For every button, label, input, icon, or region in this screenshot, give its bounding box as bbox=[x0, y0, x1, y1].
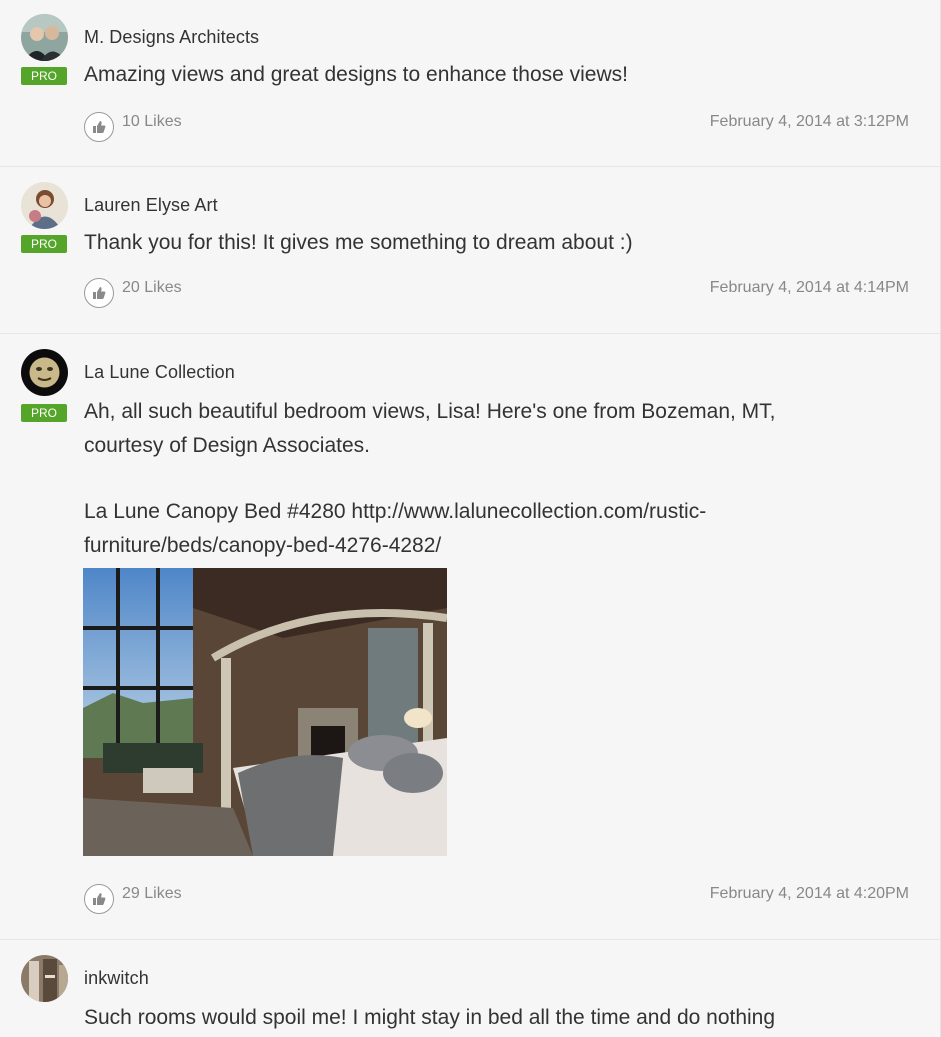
thumbs-up-icon[interactable] bbox=[84, 112, 114, 142]
comment-item: M. Designs Architects PRO Amazing views … bbox=[0, 0, 940, 167]
author-name[interactable]: M. Designs Architects bbox=[84, 27, 259, 48]
comment-item: La Lune Collection PRO Ah, all such beau… bbox=[0, 333, 940, 940]
comment-item: Lauren Elyse Art PRO Thank you for this!… bbox=[0, 166, 940, 334]
product-link-line[interactable]: La Lune Canopy Bed #4280 http://www.lalu… bbox=[84, 495, 904, 529]
pro-badge: PRO bbox=[21, 404, 67, 422]
like-control[interactable]: 20 Likes bbox=[84, 278, 182, 308]
comment-text: Such rooms would spoil me! I might stay … bbox=[84, 1006, 776, 1029]
bedroom-photo[interactable] bbox=[83, 568, 447, 856]
comment-text: Ah, all such beautiful bedroom views, Li… bbox=[84, 395, 904, 563]
product-link-line[interactable]: furniture/beds/canopy-bed-4276-4282/ bbox=[84, 529, 904, 563]
like-control[interactable]: 29 Likes bbox=[84, 884, 182, 914]
pro-badge: PRO bbox=[21, 67, 67, 85]
comment-thread: M. Designs Architects PRO Amazing views … bbox=[0, 0, 941, 1037]
comment-item: inkwitch Such rooms would spoil me! I mi… bbox=[0, 939, 940, 1037]
thumbs-up-icon[interactable] bbox=[84, 278, 114, 308]
like-count: 10 Likes bbox=[122, 113, 182, 130]
author-name[interactable]: La Lune Collection bbox=[84, 362, 235, 383]
like-count: 29 Likes bbox=[122, 885, 182, 902]
comment-text: Amazing views and great designs to enhan… bbox=[84, 63, 628, 86]
author-name[interactable]: inkwitch bbox=[84, 968, 149, 989]
avatar[interactable] bbox=[21, 955, 68, 1002]
author-name[interactable]: Lauren Elyse Art bbox=[84, 195, 218, 216]
avatar[interactable] bbox=[21, 182, 68, 229]
like-count: 20 Likes bbox=[122, 279, 182, 296]
comment-text: Thank you for this! It gives me somethin… bbox=[84, 231, 633, 254]
comment-date: February 4, 2014 at 4:14PM bbox=[709, 279, 909, 296]
comment-date: February 4, 2014 at 3:12PM bbox=[709, 113, 909, 130]
pro-badge: PRO bbox=[21, 235, 67, 253]
comment-date: February 4, 2014 at 4:20PM bbox=[709, 885, 909, 902]
like-control[interactable]: 10 Likes bbox=[84, 112, 182, 142]
comment-text-line: Ah, all such beautiful bedroom views, Li… bbox=[84, 400, 776, 423]
comment-text-line: courtesy of Design Associates. bbox=[84, 434, 370, 457]
avatar[interactable] bbox=[21, 349, 68, 396]
thumbs-up-icon[interactable] bbox=[84, 884, 114, 914]
avatar[interactable] bbox=[21, 14, 68, 61]
